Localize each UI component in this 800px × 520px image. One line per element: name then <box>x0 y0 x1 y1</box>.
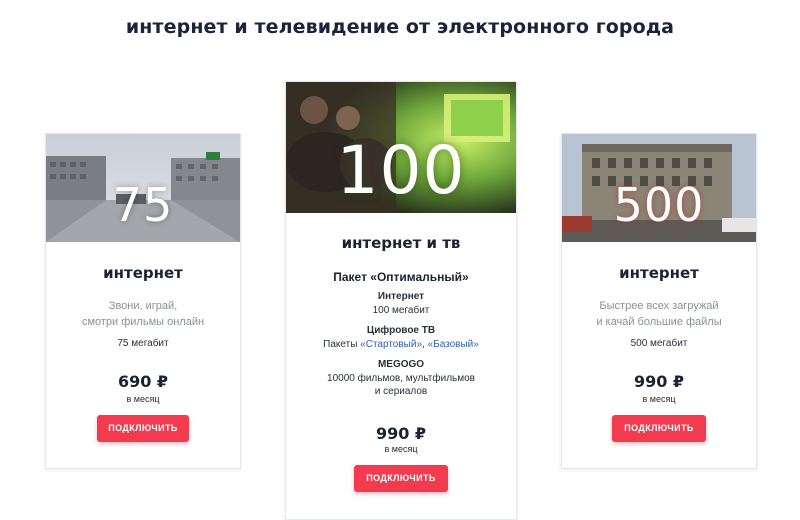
plan-description-line2: и качай большие файлы <box>596 316 722 328</box>
tv-feature-value: Пакеты «Стартовый», «Базовый» <box>286 338 516 351</box>
megogo-feature-line1: 10000 фильмов, мультфильмов <box>327 373 475 384</box>
speed-number: 75 <box>112 178 174 232</box>
connect-button[interactable]: ПОДКЛЮЧИТЬ <box>612 415 706 442</box>
speed-number: 100 <box>336 132 466 209</box>
connect-button[interactable]: ПОДКЛЮЧИТЬ <box>97 415 189 442</box>
family-tv-photo: 100 <box>286 82 516 213</box>
plan-heading: интернет и тв <box>341 234 461 252</box>
plan-period: в месяц <box>642 394 676 404</box>
internet-feature-title: Интернет <box>377 291 425 302</box>
plan-card-100: 100 интернет и тв Пакет «Оптимальный» Ин… <box>285 81 517 520</box>
plan-description-line2: смотри фильмы онлайн <box>81 316 205 328</box>
plan-description-line1: Быстрее всех загружай <box>599 300 719 312</box>
starter-package-link[interactable]: «Стартовый» <box>360 339 422 350</box>
plan-price: 690 ₽ <box>117 372 169 391</box>
plan-price: 990 ₽ <box>375 424 427 443</box>
page-title: интернет и телевидение от электронного г… <box>125 16 675 38</box>
city-building-photo: 500 <box>562 134 756 242</box>
megogo-feature-line2: и сериалов <box>374 386 428 397</box>
plan-speed: 500 мегабит <box>630 338 688 349</box>
package-name: Пакет «Оптимальный» <box>333 270 469 284</box>
connect-button[interactable]: ПОДКЛЮЧИТЬ <box>354 465 448 492</box>
plan-card-500: 500 интернет Быстрее всех загружай и кач… <box>561 133 757 469</box>
plan-speed: 75 мегабит <box>117 338 169 349</box>
speed-number: 500 <box>613 178 705 232</box>
plan-card-75: 75 интернет Звони, играй, смотри фильмы … <box>45 133 241 469</box>
plan-period: в месяц <box>384 444 418 454</box>
megogo-feature-title: MEGOGO <box>377 359 425 370</box>
city-street-photo: 75 <box>46 134 240 242</box>
basic-package-link[interactable]: «Базовый» <box>428 339 479 350</box>
tv-packages-prefix: Пакеты <box>323 339 361 350</box>
plan-price: 990 ₽ <box>633 372 685 391</box>
plan-heading: интернет <box>619 264 699 282</box>
plan-description-line1: Звони, играй, <box>108 300 178 312</box>
plan-heading: интернет <box>103 264 183 282</box>
plan-period: в месяц <box>126 394 160 404</box>
internet-feature-value: 100 мегабит <box>372 305 430 316</box>
tv-feature-title: Цифровое ТВ <box>366 325 436 336</box>
